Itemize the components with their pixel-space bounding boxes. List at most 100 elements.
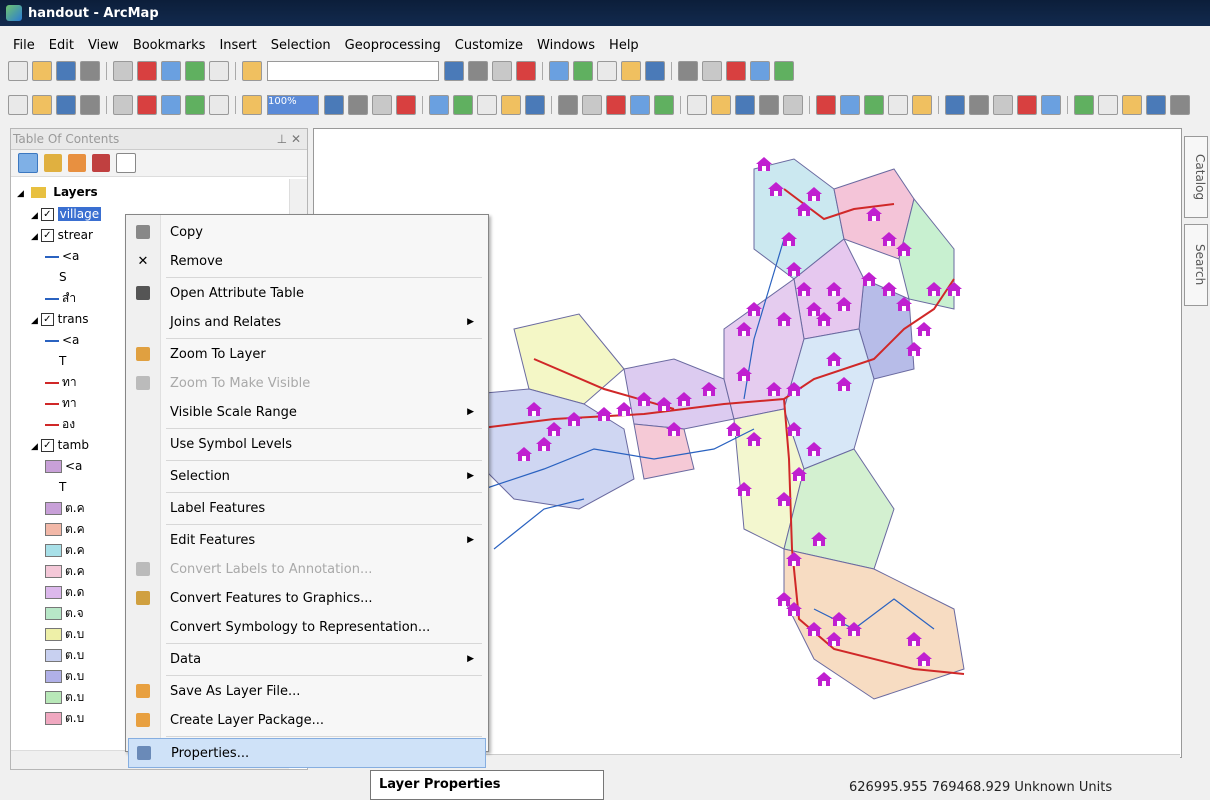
toolbar-tool-icon[interactable]: [32, 61, 52, 81]
toolbar-tool-icon[interactable]: [993, 95, 1013, 115]
legend-swatch[interactable]: [45, 502, 62, 515]
toolbar-tool-icon[interactable]: [840, 95, 860, 115]
toc-layer-row[interactable]: ◢ ✓ village: [31, 205, 102, 223]
toolbar-tool-icon[interactable]: [56, 61, 76, 81]
toc-layer-row[interactable]: ต.บ: [45, 646, 84, 664]
toolbar-tool-icon[interactable]: [185, 95, 205, 115]
toolbar-tool-icon[interactable]: [453, 95, 473, 115]
expand-icon[interactable]: ◢: [31, 316, 41, 326]
toolbar-tool-icon[interactable]: [32, 95, 52, 115]
toc-pin-close-controls[interactable]: ⊥ ✕: [277, 132, 301, 146]
toc-layer-row[interactable]: อง: [45, 415, 75, 433]
toolbar-tool-icon[interactable]: [1146, 95, 1166, 115]
search-tab[interactable]: Search: [1184, 224, 1208, 306]
context-menu-item-data[interactable]: Data ▶: [128, 645, 484, 673]
toolbar-tool-icon[interactable]: [1122, 95, 1142, 115]
toolbar-tool-icon[interactable]: [1017, 95, 1037, 115]
context-menu-item-convert-labels-to-annotation[interactable]: Convert Labels to Annotation...: [128, 555, 484, 583]
layer-visibility-checkbox[interactable]: ✓: [40, 439, 54, 452]
toc-layer-row[interactable]: ต.ค: [45, 541, 85, 559]
menu-view[interactable]: View: [81, 38, 126, 53]
toolbar-tool-icon[interactable]: [945, 95, 965, 115]
toc-layer-row[interactable]: ทา: [45, 373, 77, 391]
context-menu-item-create-layer-package[interactable]: Create Layer Package...: [128, 706, 484, 734]
toolbar-tool-icon[interactable]: [726, 61, 746, 81]
layer-visibility-checkbox[interactable]: ✓: [40, 313, 54, 326]
legend-swatch[interactable]: [45, 523, 62, 536]
toolbar-tool-icon[interactable]: [783, 95, 803, 115]
toolbar-tool-icon[interactable]: [468, 61, 488, 81]
layer-visibility-checkbox[interactable]: ✓: [40, 229, 54, 242]
toc-layer-row[interactable]: <a: [45, 331, 79, 349]
legend-swatch[interactable]: [45, 649, 62, 662]
toolbar-tool-icon[interactable]: [501, 95, 521, 115]
toc-layer-row[interactable]: ทา: [45, 394, 77, 412]
context-menu-item-zoom-to-layer[interactable]: Zoom To Layer: [128, 340, 484, 368]
toolbar-tool-icon[interactable]: [678, 61, 698, 81]
toolbar-tool-icon[interactable]: [444, 61, 464, 81]
toolbar-tool-icon[interactable]: [582, 95, 602, 115]
toolbar-tool-icon[interactable]: [372, 95, 392, 115]
toc-layer-row[interactable]: สำ: [45, 289, 76, 307]
toc-layer-row[interactable]: ต.ค: [45, 499, 85, 517]
toc-layer-row[interactable]: ต.บ: [45, 709, 84, 727]
toc-layer-row[interactable]: ต.จ: [45, 604, 84, 622]
toc-layer-row[interactable]: T: [59, 352, 66, 370]
menu-insert[interactable]: Insert: [212, 38, 263, 53]
legend-swatch[interactable]: [45, 544, 62, 557]
menu-selection[interactable]: Selection: [264, 38, 338, 53]
legend-swatch[interactable]: [45, 607, 62, 620]
toolbar-tool-icon[interactable]: [185, 61, 205, 81]
menu-customize[interactable]: Customize: [448, 38, 530, 53]
toolbar-tool-icon[interactable]: [654, 95, 674, 115]
context-menu-item-label-features[interactable]: Label Features: [128, 494, 484, 522]
toolbar-tool-icon[interactable]: [888, 95, 908, 115]
legend-swatch[interactable]: [45, 712, 62, 725]
context-menu-item-properties[interactable]: Properties...: [128, 738, 486, 768]
toolbar-tool-icon[interactable]: [516, 61, 536, 81]
toolbar-tool-icon[interactable]: [1170, 95, 1190, 115]
toolbar-tool-icon[interactable]: [525, 95, 545, 115]
menu-geoprocessing[interactable]: Geoprocessing: [338, 38, 448, 53]
catalog-tab[interactable]: Catalog: [1184, 136, 1208, 218]
list-by-source-icon[interactable]: [44, 154, 62, 172]
legend-swatch[interactable]: [45, 565, 62, 578]
toolbar-tool-icon[interactable]: [759, 95, 779, 115]
toolbar-tool-icon[interactable]: [242, 95, 262, 115]
toolbar-tool-icon[interactable]: [969, 95, 989, 115]
context-menu-item-use-symbol-levels[interactable]: Use Symbol Levels: [128, 430, 484, 458]
toolbar-tool-icon[interactable]: [912, 95, 932, 115]
toc-layer-row[interactable]: <a: [45, 247, 79, 265]
toolbar-tool-icon[interactable]: [8, 61, 28, 81]
map-scale-combo[interactable]: [267, 61, 439, 81]
toc-layer-row[interactable]: ต.ด: [45, 583, 84, 601]
toolbar-tool-icon[interactable]: [774, 61, 794, 81]
toolbar-tool-icon[interactable]: [750, 61, 770, 81]
zoom-percent-combo[interactable]: 100%: [267, 95, 319, 115]
toolbar-tool-icon[interactable]: [161, 95, 181, 115]
toolbar-tool-icon[interactable]: [702, 61, 722, 81]
expand-icon[interactable]: ◢: [31, 442, 41, 452]
toolbar-tool-icon[interactable]: [209, 95, 229, 115]
toolbar-tool-icon[interactable]: [113, 95, 133, 115]
toolbar-tool-icon[interactable]: [396, 95, 416, 115]
legend-swatch[interactable]: [45, 460, 62, 473]
expand-icon[interactable]: ◢: [31, 232, 41, 242]
toolbar-tool-icon[interactable]: [56, 95, 76, 115]
toolbar-tool-icon[interactable]: [606, 95, 626, 115]
toolbar-tool-icon[interactable]: [573, 61, 593, 81]
toolbar-tool-icon[interactable]: [711, 95, 731, 115]
toolbar-tool-icon[interactable]: [477, 95, 497, 115]
toolbar-tool-icon[interactable]: [429, 95, 449, 115]
toolbar-tool-icon[interactable]: [645, 61, 665, 81]
menu-windows[interactable]: Windows: [530, 38, 602, 53]
toc-layer-row[interactable]: ◢ ✓ tamb: [31, 436, 89, 454]
toc-layer-row[interactable]: ต.บ: [45, 625, 84, 643]
legend-swatch[interactable]: [45, 586, 62, 599]
list-by-selection-icon[interactable]: [92, 154, 110, 172]
toolbar-tool-icon[interactable]: [687, 95, 707, 115]
toc-layer-row[interactable]: <a: [45, 457, 82, 475]
toolbar-tool-icon[interactable]: [492, 61, 512, 81]
context-menu-item-zoom-to-make-visible[interactable]: Zoom To Make Visible: [128, 369, 484, 397]
toolbar-tool-icon[interactable]: [137, 95, 157, 115]
